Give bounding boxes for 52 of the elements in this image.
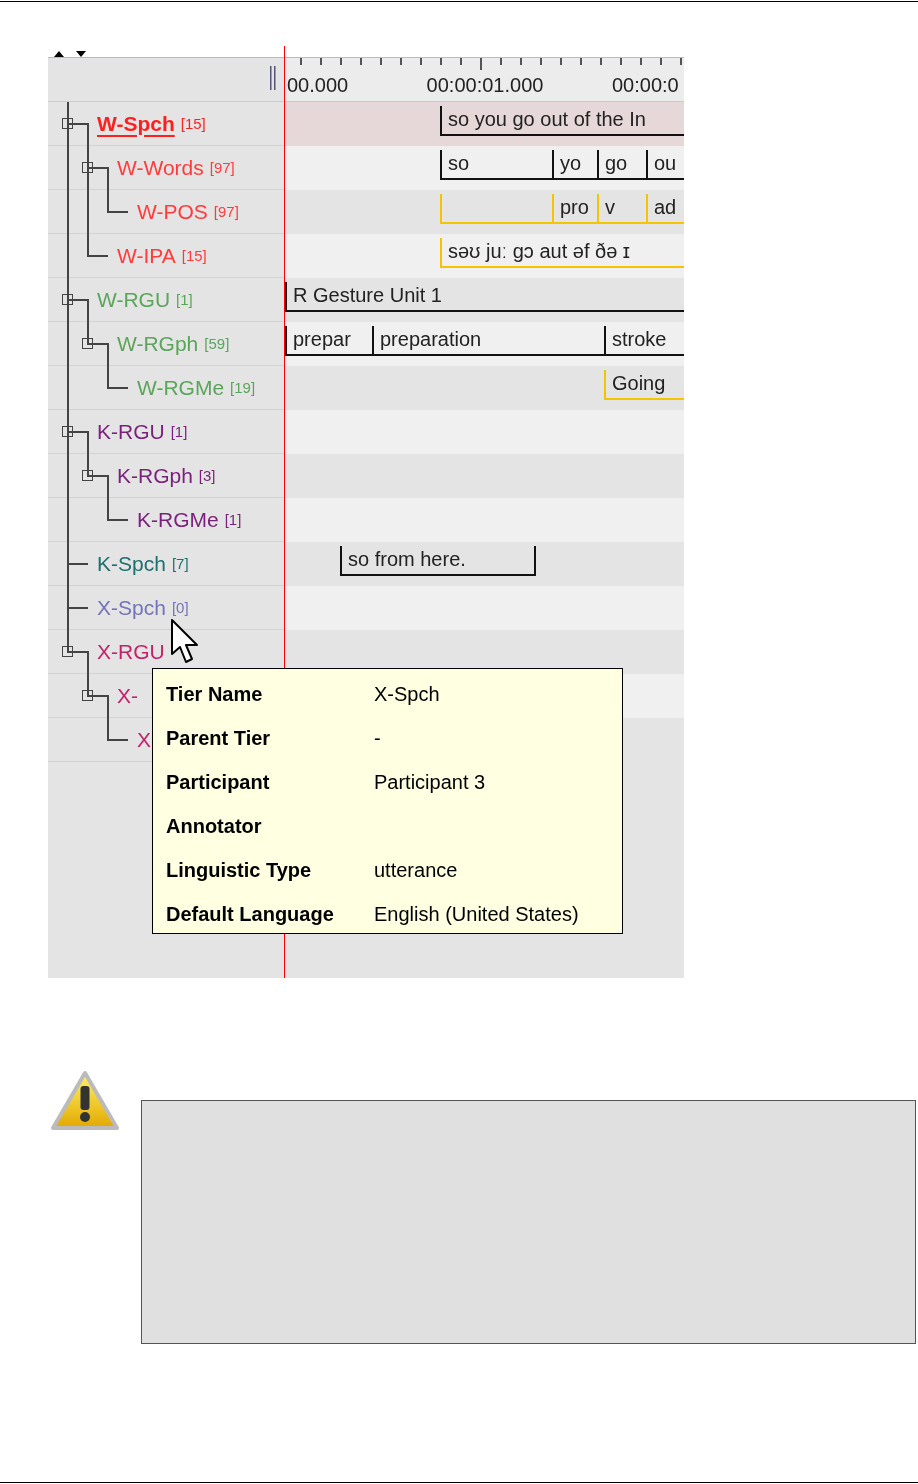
annotation-count: [1]: [176, 291, 193, 308]
tier-name[interactable]: K-RGMe: [137, 507, 219, 532]
tooltip-label: Participant: [166, 770, 271, 794]
annotation[interactable]: so: [440, 150, 554, 180]
time-label: 00.000: [287, 74, 349, 97]
annotation-count: [1]: [224, 511, 242, 528]
tier-name[interactable]: X-: [117, 683, 138, 708]
tier-name[interactable]: X-RGU: [97, 639, 165, 664]
annotation-count: [97]: [209, 159, 235, 176]
tooltip-value: -: [374, 726, 382, 750]
scroll-up-icon[interactable]: [54, 51, 64, 57]
time-label: 00:00:0: [612, 74, 679, 97]
tooltip-value: X-Spch: [374, 682, 441, 706]
tooltip-label: Default Language: [166, 902, 335, 926]
annotation-count: [15]: [180, 115, 206, 132]
tier-name[interactable]: K-Spch: [97, 551, 166, 576]
annotation[interactable]: prepar: [285, 326, 374, 356]
annotation[interactable]: Going: [604, 370, 684, 400]
annotation[interactable]: R Gesture Unit 1: [285, 282, 684, 312]
tree-node-icon[interactable]: [82, 338, 93, 349]
splitter-handle-icon[interactable]: [270, 66, 276, 90]
tree-node-icon[interactable]: [62, 646, 73, 657]
annotation-count: [1]: [170, 423, 188, 440]
tooltip-value: English (United States): [374, 902, 580, 926]
annotation[interactable]: so you go out of the In: [440, 106, 684, 136]
annotation-count: [59]: [204, 335, 230, 352]
tooltip-label: Annotator: [166, 814, 263, 838]
tooltip-label: Linguistic Type: [166, 858, 313, 882]
tree-node-icon[interactable]: [82, 162, 93, 173]
tooltip-label: Parent Tier: [166, 726, 272, 750]
tooltip-label: Tier Name: [166, 682, 264, 706]
annotation[interactable]: so from here.: [340, 546, 536, 576]
tier-name[interactable]: X: [137, 727, 151, 752]
tree-node-icon[interactable]: [62, 118, 73, 129]
tooltip-value: Participant 3: [374, 770, 487, 794]
tier-name[interactable]: K-RGU: [97, 419, 165, 444]
tooltip-value: utterance: [374, 858, 459, 882]
tree-node-icon[interactable]: [62, 426, 73, 437]
annotation[interactable]: səʊ juː gɔ aut əf ðə ɪ: [440, 238, 684, 268]
annotation-count: [97]: [213, 203, 239, 220]
annotation-count: [0]: [171, 599, 189, 616]
tree-node-icon[interactable]: [82, 470, 93, 481]
tier-name[interactable]: K-RGph: [117, 463, 193, 488]
annotation-count: [7]: [171, 555, 189, 572]
time-label: 00:00:01.000: [426, 74, 544, 97]
tree-node-icon[interactable]: [62, 294, 73, 305]
tree-node-icon[interactable]: [82, 690, 93, 701]
scroll-down-icon[interactable]: [76, 51, 86, 57]
annotation-count: [19]: [230, 379, 256, 396]
annotation-count: [15]: [181, 247, 207, 264]
annotation-count: [3]: [198, 467, 216, 484]
warning-icon: [50, 1070, 120, 1132]
